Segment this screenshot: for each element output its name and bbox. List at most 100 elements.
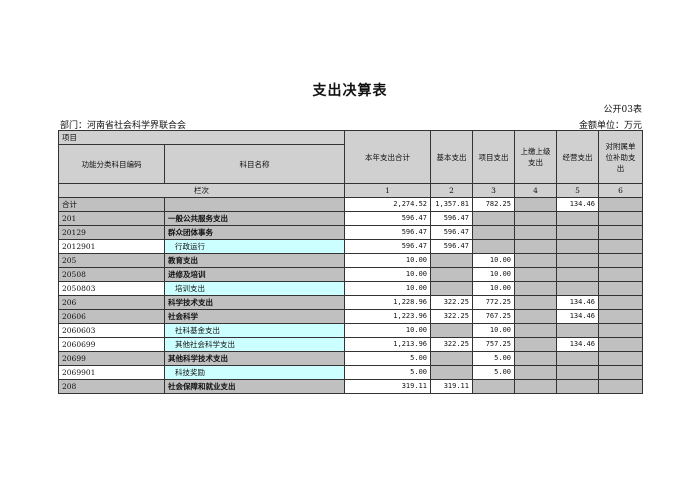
- cell-remit: [514, 309, 557, 324]
- cell-remit: [514, 197, 557, 212]
- cell-subsidiary: [598, 239, 643, 254]
- col-header-total: 本年支出合计: [344, 130, 431, 184]
- cell-remit: [514, 281, 557, 296]
- index-num: 1: [344, 183, 431, 198]
- cell-total: 1,228.96: [344, 295, 431, 310]
- cell-business: [556, 267, 599, 282]
- cell-basic: 319.11: [430, 379, 473, 394]
- cell-business: [556, 281, 599, 296]
- cell-subsidiary: [598, 379, 643, 394]
- cell-code: 2069901: [58, 365, 165, 380]
- cell-code: 20606: [58, 309, 165, 324]
- cell-code: 2060603: [58, 323, 165, 338]
- cell-subsidiary: [598, 309, 643, 324]
- cell-subsidiary: [598, 197, 643, 212]
- cell-subsidiary: [598, 253, 643, 268]
- cell-project: 10.00: [472, 253, 515, 268]
- header-row-group: 项目 本年支出合计 基本支出 项目支出 上缴上级支出 经营支出 对附属单位补助支…: [58, 130, 643, 184]
- cell-name: 行政运行: [164, 239, 345, 254]
- cell-subsidiary: [598, 323, 643, 338]
- table-row: 2060699 其他社会科学支出 1,213.96 322.25 757.25 134.4…: [58, 337, 643, 352]
- cell-subsidiary: [598, 267, 643, 282]
- form-number: 公开03表: [603, 105, 642, 115]
- cell-business: 134.46: [556, 295, 599, 310]
- cell-business: [556, 225, 599, 240]
- cell-total: 319.11: [344, 379, 431, 394]
- cell-project: 5.00: [472, 351, 515, 366]
- cell-business: [556, 253, 599, 268]
- cell-business: [556, 211, 599, 226]
- cell-project: [472, 211, 515, 226]
- cell-code: 合计: [58, 197, 165, 212]
- col-header-subsidiary: 对附属单位补助支出: [598, 130, 643, 184]
- cell-name: 群众团体事务: [164, 225, 345, 240]
- index-label: 栏次: [58, 183, 345, 198]
- cell-subsidiary: [598, 295, 643, 310]
- index-num: 6: [598, 183, 643, 198]
- cell-project: 757.25: [472, 337, 515, 352]
- cell-name: 社会保障和就业支出: [164, 379, 345, 394]
- cell-code: 205: [58, 253, 165, 268]
- cell-total: 596.47: [344, 239, 431, 254]
- table-row: 201 一般公共服务支出 596.47 596.47: [58, 211, 643, 226]
- cell-name: [164, 197, 345, 212]
- table-row: 20508 进修及培训 10.00 10.00: [58, 267, 643, 282]
- report-title: 支出决算表: [312, 83, 388, 99]
- cell-total: 10.00: [344, 253, 431, 268]
- cell-total: 2,274.52: [344, 197, 431, 212]
- cell-code: 208: [58, 379, 165, 394]
- cell-project: [472, 379, 515, 394]
- table-row: 205 教育支出 10.00 10.00: [58, 253, 643, 268]
- col-header-code: 功能分类科目编码: [58, 144, 165, 184]
- cell-business: 134.46: [556, 337, 599, 352]
- cell-project: 772.25: [472, 295, 515, 310]
- col-header-remit: 上缴上级支出: [514, 130, 557, 184]
- cell-subsidiary: [598, 281, 643, 296]
- item-group-header: 项目: [58, 130, 345, 145]
- cell-business: [556, 239, 599, 254]
- cell-subsidiary: [598, 337, 643, 352]
- cell-subsidiary: [598, 351, 643, 366]
- cell-code: 20699: [58, 351, 165, 366]
- cell-name: 进修及培训: [164, 267, 345, 282]
- cell-basic: [430, 351, 473, 366]
- cell-remit: [514, 295, 557, 310]
- cell-remit: [514, 239, 557, 254]
- cell-name: 培训支出: [164, 281, 345, 296]
- expenditure-table: 项目 本年支出合计 基本支出 项目支出 上缴上级支出 经营支出 对附属单位补助支…: [58, 130, 643, 394]
- table-row: 20699 其他科学技术支出 5.00 5.00: [58, 351, 643, 366]
- cell-subsidiary: [598, 225, 643, 240]
- cell-remit: [514, 253, 557, 268]
- cell-basic: 596.47: [430, 211, 473, 226]
- cell-total: 1,223.96: [344, 309, 431, 324]
- cell-project: 5.00: [472, 365, 515, 380]
- cell-business: [556, 365, 599, 380]
- index-num: 5: [556, 183, 599, 198]
- cell-code: 20508: [58, 267, 165, 282]
- col-header-basic: 基本支出: [430, 130, 473, 184]
- index-num: 2: [430, 183, 473, 198]
- cell-business: [556, 351, 599, 366]
- cell-name: 其他社会科学支出: [164, 337, 345, 352]
- cell-name: 教育支出: [164, 253, 345, 268]
- cell-basic: 322.25: [430, 309, 473, 324]
- cell-name: 科技奖励: [164, 365, 345, 380]
- cell-project: [472, 225, 515, 240]
- cell-remit: [514, 351, 557, 366]
- cell-project: 10.00: [472, 281, 515, 296]
- table-row: 2012901 行政运行 596.47 596.47: [58, 239, 643, 254]
- cell-basic: [430, 365, 473, 380]
- table-row: 2060603 社科基金支出 10.00 10.00: [58, 323, 643, 338]
- cell-name: 一般公共服务支出: [164, 211, 345, 226]
- cell-total: 596.47: [344, 211, 431, 226]
- cell-total: 10.00: [344, 281, 431, 296]
- table-row: 2069901 科技奖励 5.00 5.00: [58, 365, 643, 380]
- cell-basic: [430, 267, 473, 282]
- cell-total: 10.00: [344, 267, 431, 282]
- cell-remit: [514, 365, 557, 380]
- cell-business: [556, 323, 599, 338]
- cell-business: [556, 379, 599, 394]
- table-row: 合计 2,274.52 1,357.81 782.25 134.46: [58, 197, 643, 212]
- cell-business: 134.46: [556, 309, 599, 324]
- col-header-business: 经营支出: [556, 130, 599, 184]
